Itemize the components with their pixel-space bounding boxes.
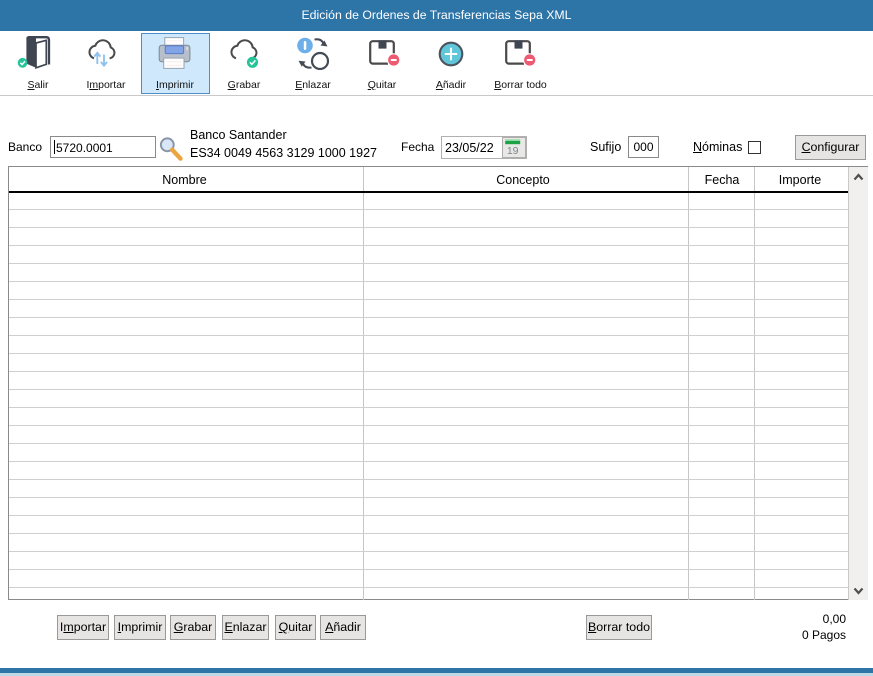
- svg-text:19: 19: [507, 145, 519, 157]
